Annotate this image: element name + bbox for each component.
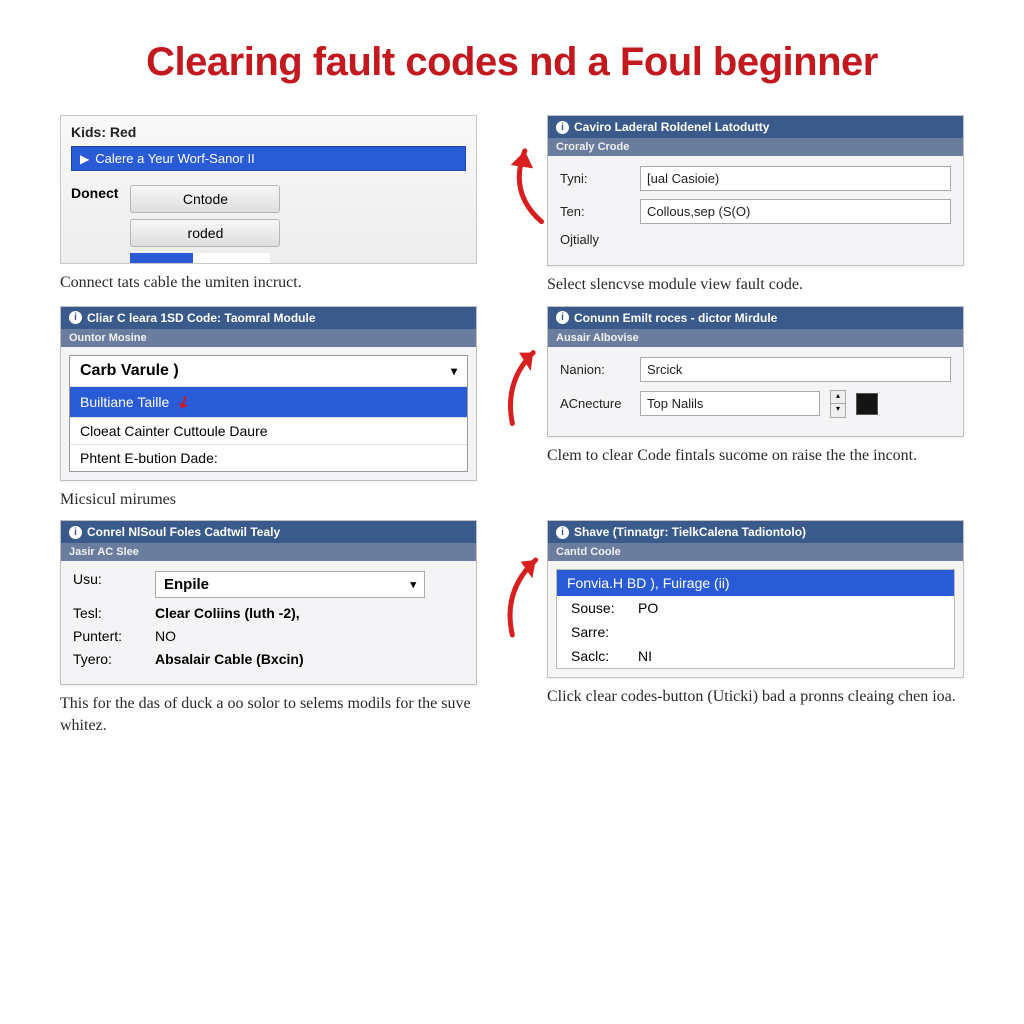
panel-subheader: Croraly Crode [548,138,963,156]
step-1: Kids: Red ▶ Calere a Yeur Worf-Sanor II … [60,115,477,296]
step-6: i Shave (Tinnatgr: TielkCalena Tadiontol… [547,520,964,736]
acnecture-label: ACnecture [560,396,630,411]
stepper[interactable]: ▴ ▾ [830,390,846,418]
step-5-caption: This for the das of duck a oo solor to s… [60,693,477,736]
step-2: i Caviro Laderal Roldenel Latodutty Cror… [547,115,964,296]
page-title: Clearing fault codes nd a Foul beginner [60,40,964,85]
panel-subheader: Ountor Mosine [61,329,476,347]
ten-label: Ten: [560,204,630,219]
panel-title: Conunn Emilt roces - dictor Mirdule [574,311,777,325]
stepper-down-icon[interactable]: ▾ [831,404,845,417]
chevron-down-icon: ▾ [451,364,457,378]
panel-header: i Conrel NlSoul Foles Cadtwil Tealy [61,521,476,543]
result-highlight[interactable]: Fonvia.H BD ), Fuirage (ii) [557,570,954,596]
tesl-label: Tesl: [73,605,145,621]
progress-bar [130,253,270,263]
tyni-input[interactable]: [ual Casioie) [640,166,951,191]
chevron-down-icon: ▾ [410,578,416,591]
puntert-label: Puntert: [73,628,145,644]
panel-title: Cliar C leara 1SD Code: Taomral Module [87,311,316,325]
steps-grid: Kids: Red ▶ Calere a Yeur Worf-Sanor II … [60,115,964,736]
chevron-right-icon: ▶ [80,152,89,166]
ten-input[interactable]: Collous,sep (S(O) [640,199,951,224]
usu-label: Usu: [73,571,145,598]
step-2-caption: Select slencvse module view fault code. [547,274,964,296]
puntert-value: NO [155,628,176,644]
step-5: i Conrel NlSoul Foles Cadtwil Tealy Jasi… [60,520,477,736]
result-panel: i Shave (Tinnatgr: TielkCalena Tadiontol… [547,520,964,678]
info-icon: i [69,526,82,539]
module-dropdown[interactable]: Carb Varule ) ▾ Builtiane Taille ↙ Cloea… [69,355,468,472]
info-icon: i [69,311,82,324]
saclc-value: NI [638,648,652,664]
info-icon: i [556,121,569,134]
panel-subheader: Cantd Coole [548,543,963,561]
tyero-value: Absalair Cable (Bxcin) [155,651,304,667]
panel-header: i Caviro Laderal Roldenel Latodutty [548,116,963,138]
stepper-up-icon[interactable]: ▴ [831,391,845,405]
panel-subheader: Jasir AC Slee [61,543,476,561]
sarre-label: Sarre: [571,624,626,640]
panel-title: Shave (Tinnatgr: TielkCalena Tadiontolo) [574,525,806,539]
step-1-caption: Connect tats cable the umiten incruct. [60,272,477,294]
dropdown-selected: Carb Varule ) [80,362,179,380]
tyero-label: Tyero: [73,651,145,667]
panel-subheader: Ausair Albovise [548,329,963,347]
souse-label: Souse: [571,600,626,616]
dropdown-panel: i Cliar C leara 1SD Code: Taomral Module… [60,306,477,481]
info-icon: i [556,311,569,324]
namion-label: Nanion: [560,362,630,377]
namion-input[interactable]: Srcick [640,357,951,382]
tyni-label: Tyni: [560,171,630,186]
step-4-caption: Clem to clear Code fintals sucome on rai… [547,445,964,467]
panel-title: Conrel NlSoul Foles Cadtwil Tealy [87,525,280,539]
tesl-value: Clear Coliins (luth -2), [155,605,300,621]
acnecture-combo[interactable]: Top Nalils [640,391,820,416]
dropdown-option[interactable]: Cloeat Cainter Cuttoule Daure [70,417,467,444]
saclc-label: Saclc: [571,648,626,664]
info-icon: i [556,526,569,539]
dropdown-option[interactable]: Phtent E-bution Dade: [70,444,467,471]
roded-button[interactable]: roded [130,219,280,247]
checkmark-icon: ↙ [173,390,195,414]
connect-panel: Kids: Red ▶ Calere a Yeur Worf-Sanor II … [60,115,477,264]
config-panel: i Conunn Emilt roces - dictor Mirdule Au… [547,306,964,437]
step-3-caption: Micsicul mirumes [60,489,477,511]
dropdown-option-selected[interactable]: Builtiane Taille ↙ [70,386,467,417]
ojtially-label: Ojtially [560,232,630,247]
highlighted-item[interactable]: ▶ Calere a Yeur Worf-Sanor II [71,146,466,171]
panel-header: i Shave (Tinnatgr: TielkCalena Tadiontol… [548,521,963,543]
kids-label: Kids: Red [71,124,466,140]
highlighted-item-text: Calere a Yeur Worf-Sanor II [95,151,254,166]
panel-header: i Cliar C leara 1SD Code: Taomral Module [61,307,476,329]
panel-header: i Conunn Emilt roces - dictor Mirdule [548,307,963,329]
souse-value: PO [638,600,658,616]
donect-label: Donect [71,185,118,201]
step-3: i Cliar C leara 1SD Code: Taomral Module… [60,306,477,511]
step-4: i Conunn Emilt roces - dictor Mirdule Au… [547,306,964,511]
module-panel: i Caviro Laderal Roldenel Latodutty Cror… [547,115,964,266]
color-swatch[interactable] [856,393,878,415]
panel-title: Caviro Laderal Roldenel Latodutty [574,120,769,134]
usu-combo[interactable]: Enpile ▾ [155,571,425,598]
step-6-caption: Click clear codes-button (Uticki) bad a … [547,686,964,708]
summary-panel: i Conrel NlSoul Foles Cadtwil Tealy Jasi… [60,520,477,685]
cntode-button[interactable]: Cntode [130,185,280,213]
